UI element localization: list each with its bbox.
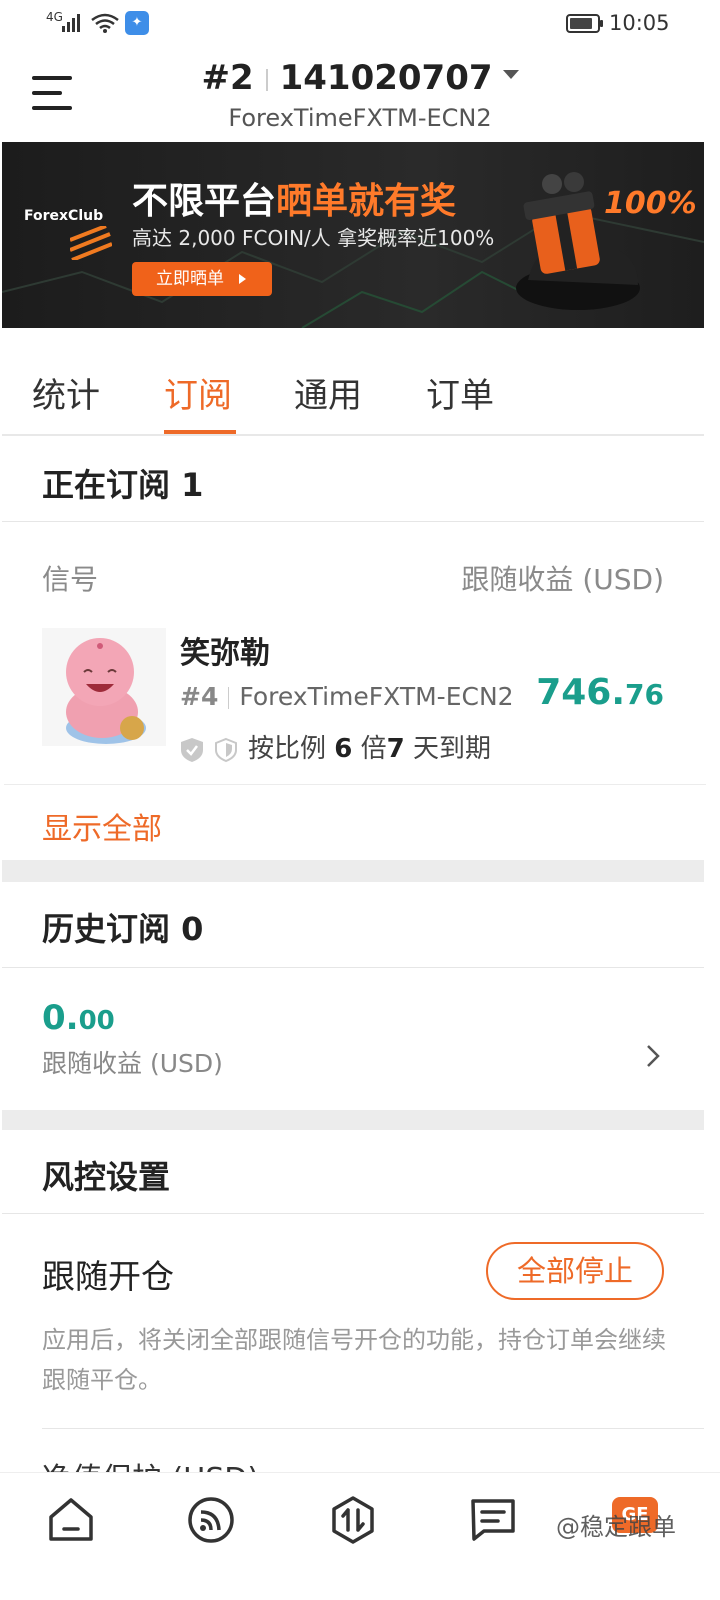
risk-header: 风控设置 xyxy=(2,1130,704,1214)
section-spacer xyxy=(2,1110,704,1130)
signal-strength-icon xyxy=(62,12,84,32)
promo-banner[interactable]: ForexClub 不限平台晒单就有奖 高达 2,000 FCOIN/人 拿奖概… xyxy=(2,142,704,328)
banner-percent-badge: 100% xyxy=(604,186,697,221)
home-icon[interactable] xyxy=(46,1495,96,1545)
wifi-icon xyxy=(91,13,119,33)
history-header: 历史订阅 0 xyxy=(2,882,704,968)
server-name: ForexTimeFXTM-ECN2 xyxy=(228,104,492,132)
subscription-card: 信号 跟随收益 (USD) 笑弥勒 #4 ForexTimeFXTM-ECN2 7… xyxy=(2,522,706,860)
shield-check-icon xyxy=(181,737,203,762)
banner-subtitle: 高达 2,000 FCOIN/人 拿奖概率近100% xyxy=(132,226,495,250)
section-title: 风控设置 xyxy=(42,1158,171,1196)
caret-down-icon xyxy=(502,70,519,79)
network-type: 4G xyxy=(46,10,63,24)
forexclub-logo-mark xyxy=(70,226,112,260)
account-index: #2 xyxy=(201,58,254,98)
app-header: #2 141020707 ForexTimeFXTM-ECN2 xyxy=(0,48,720,140)
clock: 10:05 xyxy=(609,11,670,35)
tab-orders[interactable]: 订单 xyxy=(426,368,494,417)
divider xyxy=(42,1428,704,1429)
column-header-profit: 跟随收益 (USD) xyxy=(461,563,664,596)
account-number: 141020707 xyxy=(279,58,493,98)
current-subscriptions-header: 正在订阅 1 xyxy=(2,438,704,522)
follow-open-description: 应用后，将关闭全部跟随信号开仓的功能，持仓订单会继续跟随平仓。 xyxy=(42,1326,666,1394)
risk-settings: 跟随开仓 全部停止 应用后，将关闭全部跟随信号开仓的功能，持仓订单会继续跟随平仓… xyxy=(2,1214,704,1497)
banner-cta-button[interactable]: 立即晒单 xyxy=(132,262,272,296)
show-all-link[interactable]: 显示全部 xyxy=(42,804,162,848)
signal-avatar xyxy=(42,628,166,746)
active-tab-indicator xyxy=(164,430,236,434)
column-header-signal: 信号 xyxy=(42,563,99,596)
signal-profit: 746.76 xyxy=(536,672,664,713)
account-switcher[interactable]: #2 141020707 xyxy=(0,58,720,98)
tab-subscriptions[interactable]: 订阅 xyxy=(164,368,232,417)
section-title: 历史订阅 0 xyxy=(42,910,204,948)
signal-meta: #4 ForexTimeFXTM-ECN2 xyxy=(180,682,514,711)
subscription-terms: 按比例 6 倍7 天到期 xyxy=(180,728,491,765)
watermark: @稳定跟单 xyxy=(556,1513,676,1541)
banner-title: 不限平台晒单就有奖 xyxy=(132,181,457,222)
history-summary-row[interactable]: 0.00 跟随收益 (USD) xyxy=(2,968,704,1110)
forexclub-logo: ForexClub xyxy=(24,208,104,224)
chevron-right-icon xyxy=(647,1045,660,1067)
tab-bar: 统计 订阅 通用 订单 xyxy=(2,330,704,436)
section-spacer xyxy=(2,860,704,882)
follow-open-title: 跟随开仓 xyxy=(42,1257,174,1296)
shield-outline-icon xyxy=(215,737,237,762)
signal-name: 笑弥勒 xyxy=(180,636,270,671)
bottom-navigation: GE @稳定跟单 xyxy=(0,1472,720,1600)
divider xyxy=(4,784,706,785)
tab-general[interactable]: 通用 xyxy=(294,368,362,417)
message-icon[interactable] xyxy=(468,1495,518,1545)
tab-stats[interactable]: 统计 xyxy=(32,368,100,417)
section-title: 正在订阅 1 xyxy=(42,466,204,504)
stop-all-button[interactable]: 全部停止 xyxy=(486,1242,664,1300)
status-bar: 4G ✦ 10:05 xyxy=(0,0,720,48)
notification-app-icon: ✦ xyxy=(125,11,149,35)
trade-icon[interactable] xyxy=(328,1495,378,1545)
signal-rank: #4 xyxy=(180,682,219,711)
history-profit: 0.00 xyxy=(42,998,115,1038)
battery-icon xyxy=(566,14,603,33)
signal-server: ForexTimeFXTM-ECN2 xyxy=(239,682,514,711)
history-profit-label: 跟随收益 (USD) xyxy=(42,1049,223,1078)
signal-icon[interactable] xyxy=(186,1495,236,1545)
